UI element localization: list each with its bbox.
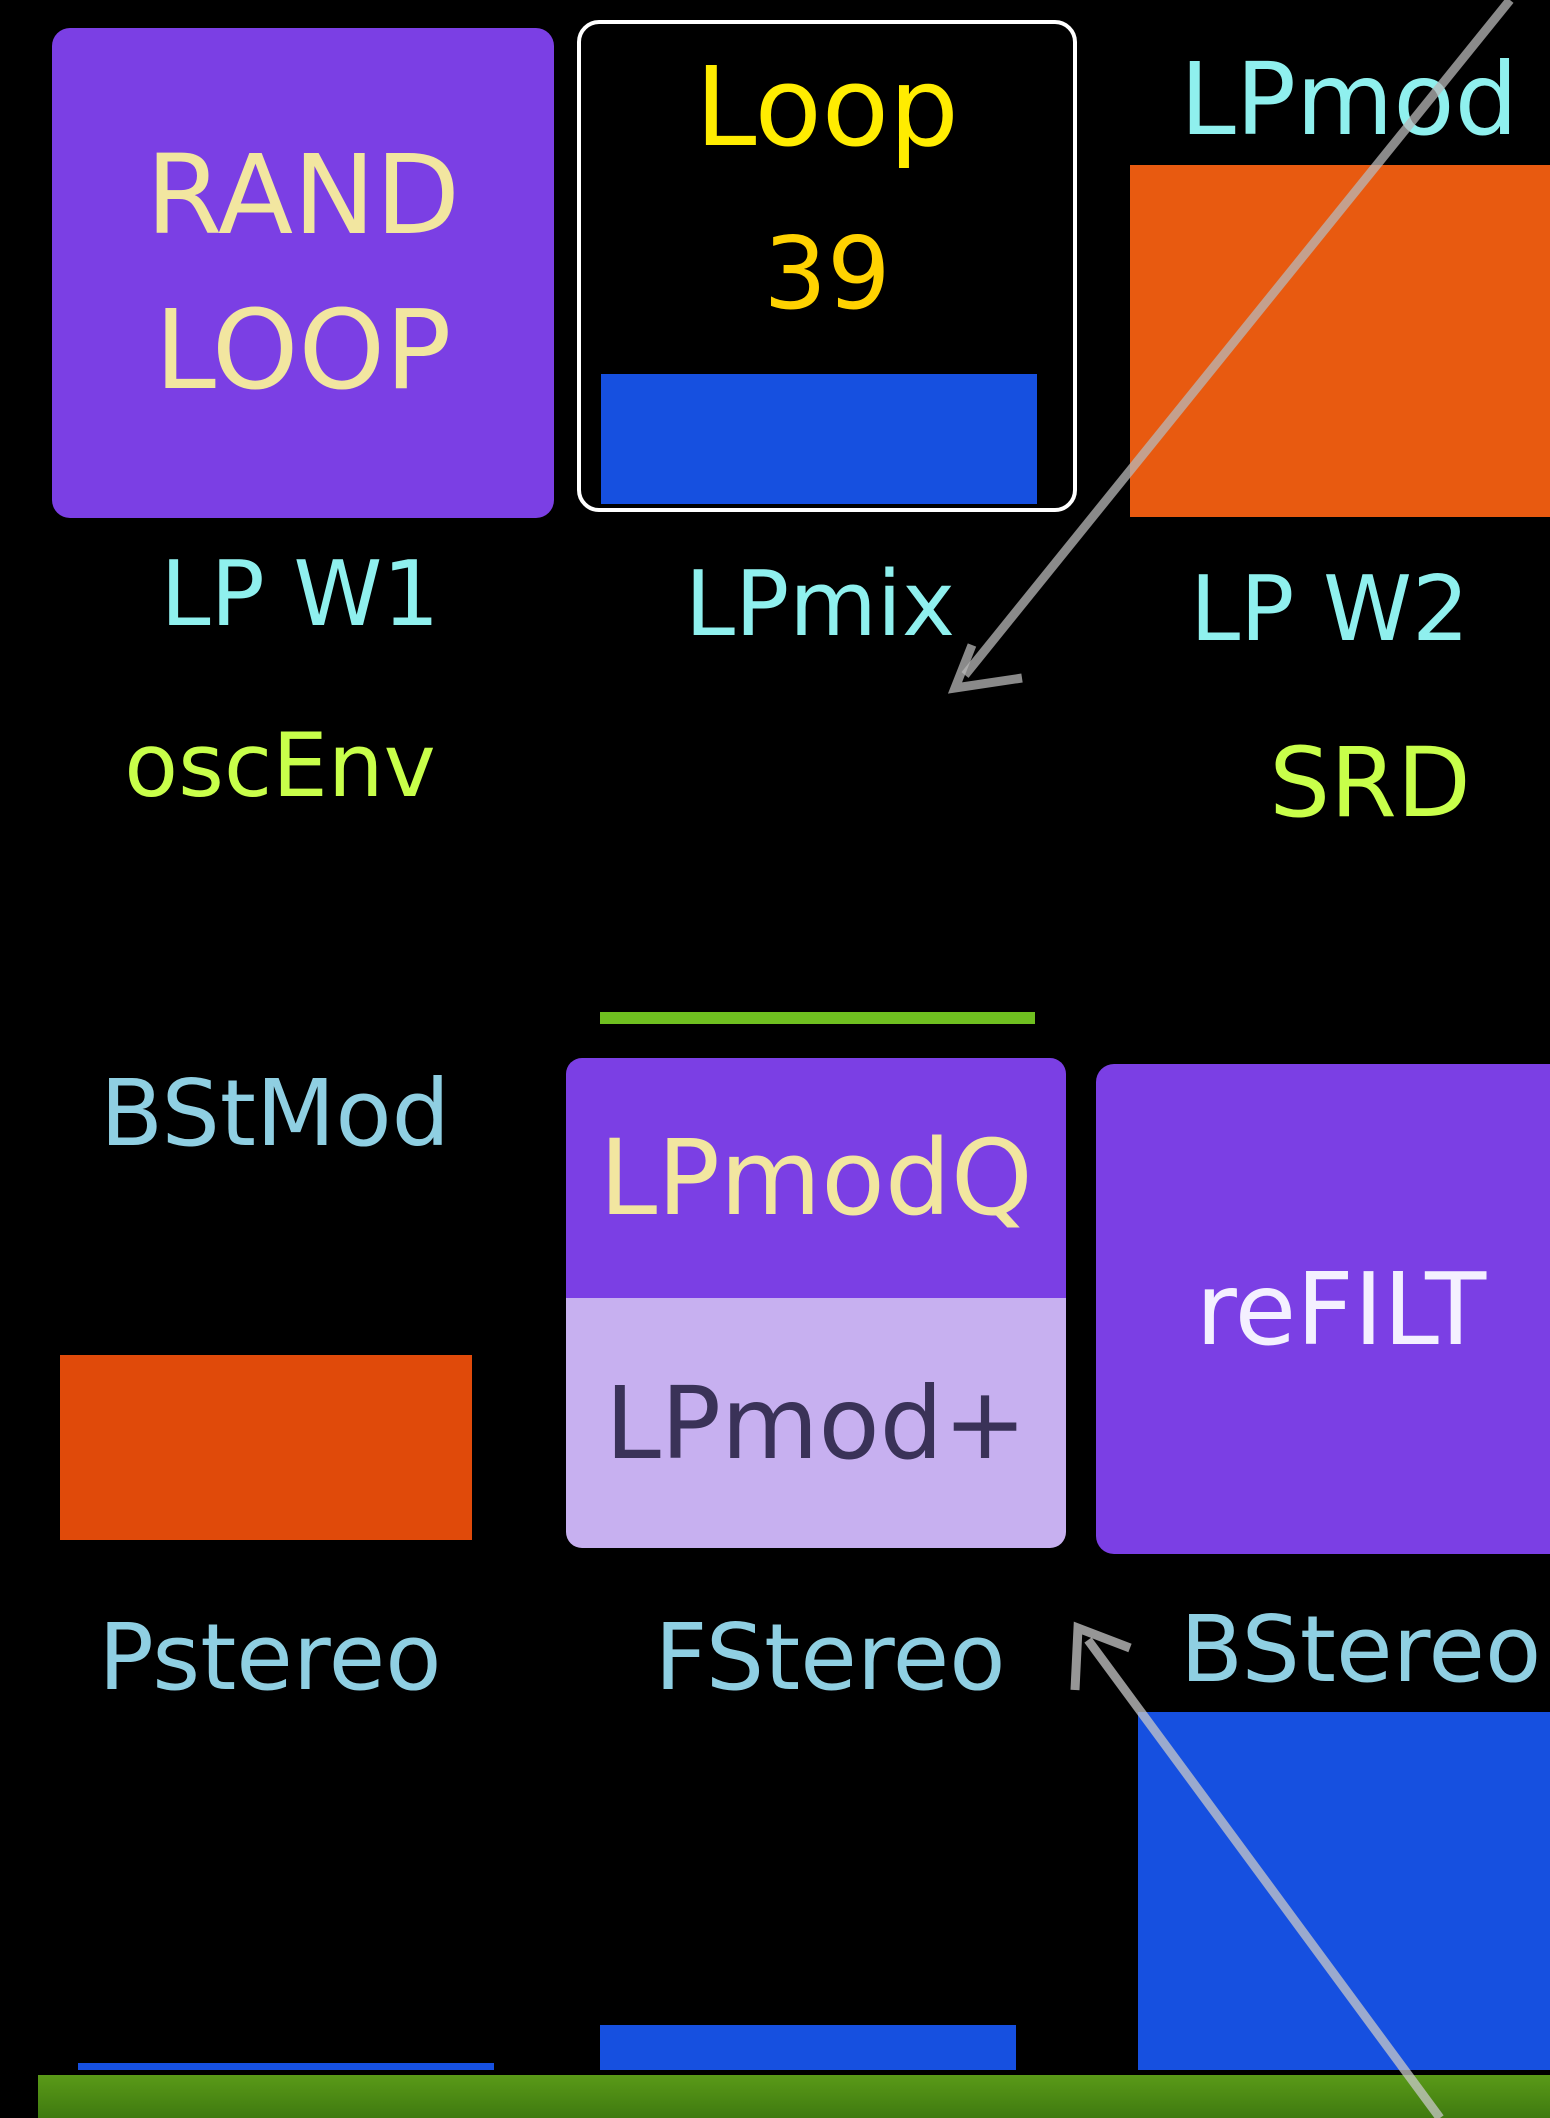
arrow-to-fstereo <box>1070 1621 1444 2118</box>
annotation-arrows <box>947 0 1514 2118</box>
arrow-to-lpmix <box>947 0 1514 694</box>
